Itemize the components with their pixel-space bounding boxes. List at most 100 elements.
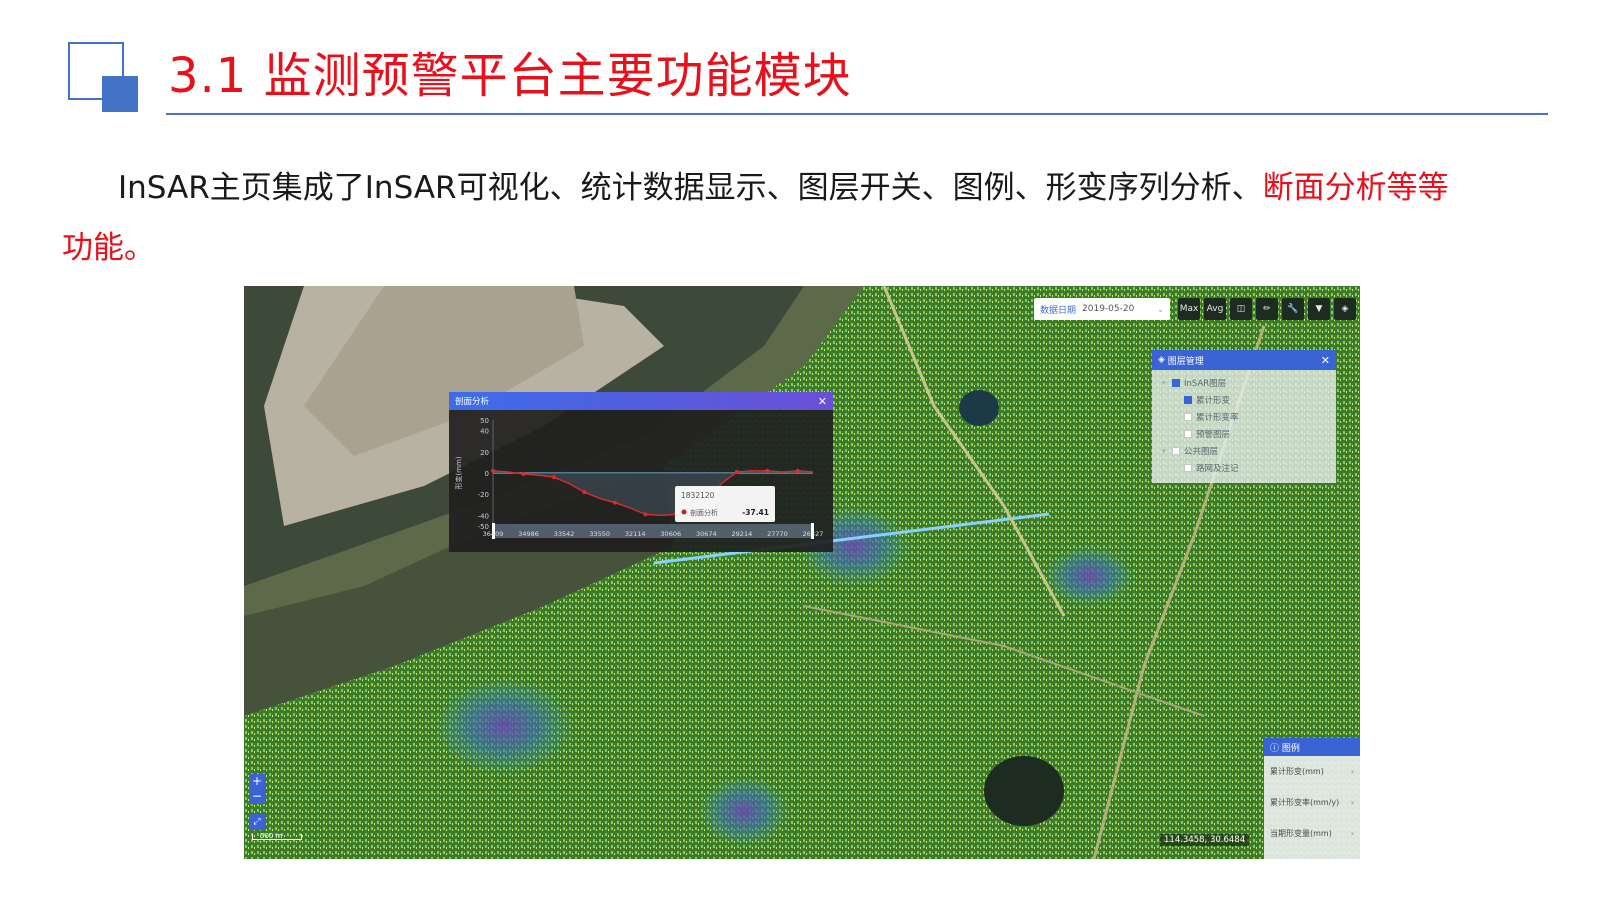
y-axis-label: 形变(mm) <box>454 456 463 489</box>
x-tick-label: 29214 <box>732 530 753 538</box>
legend-title: 图例 <box>1281 743 1300 754</box>
y-tick-label: -20 <box>478 491 489 499</box>
paragraph-text: InSAR主页集成了InSAR可视化、统计数据显示、图层开关、图例、形变序列分析… <box>118 170 1263 206</box>
legend-panel: ⓘ 图例 累计形变(mm) › 累计形变率(mm/y) › 当期形变量(mm) › <box>1264 738 1360 859</box>
max-button[interactable]: Max <box>1178 298 1200 320</box>
range-slider <box>493 524 813 538</box>
layer-label: InSAR图层 <box>1184 378 1227 389</box>
data-point <box>734 469 739 474</box>
profile-panel-title: 剖面分析 <box>455 397 490 407</box>
intro-paragraph: InSAR主页集成了InSAR可视化、统计数据显示、图层开关、图例、形变序列分析… <box>62 158 1462 278</box>
wrench-icon[interactable]: 🔧 <box>1282 298 1304 320</box>
x-tick-label: 33550 <box>589 530 610 538</box>
layer-item[interactable]: 预警图层 <box>1152 425 1336 442</box>
info-icon: ⓘ <box>1270 743 1282 754</box>
y-tick-label: 20 <box>480 449 489 457</box>
layer-checkbox[interactable] <box>1184 395 1192 404</box>
logo-filled-square <box>102 76 138 112</box>
slide-title: 3.1 监测预警平台主要功能模块 <box>168 48 852 104</box>
layer-panel-title: 图层管理 <box>1167 356 1204 367</box>
layer-tree: ▾ InSAR图层累计形变累计形变率预警图层 ▾ 公共图层路网及注记 <box>1152 370 1336 476</box>
layer-label: 公共图层 <box>1184 446 1219 457</box>
layer-item[interactable]: ▾ 公共图层 <box>1152 442 1336 459</box>
layer-item[interactable]: 累计形变率 <box>1152 408 1336 425</box>
legend-item-label: 当期形变量(mm) <box>1270 829 1332 838</box>
legend-item[interactable]: 当期形变量(mm) › <box>1264 818 1360 849</box>
zoom-out-button[interactable]: − <box>249 789 265 804</box>
tooltip-value: -37.41 <box>742 508 769 517</box>
map-toolbar: Max Avg ◫ ✏ 🔧 ▼ ◈ <box>1178 298 1356 320</box>
scale-label: 500 m <box>260 832 283 840</box>
x-tick-label: 27770 <box>767 530 788 538</box>
data-point <box>643 512 648 517</box>
layer-item[interactable]: 累计形变 <box>1152 391 1336 408</box>
x-tick-label: 26327 <box>803 530 824 538</box>
layer-label: 累计形变率 <box>1196 412 1239 423</box>
layer-item[interactable]: ▾ InSAR图层 <box>1152 374 1336 391</box>
expand-icon[interactable]: ▾ <box>1162 447 1172 455</box>
data-point <box>795 468 800 473</box>
close-icon[interactable]: ✕ <box>1321 354 1330 367</box>
close-icon[interactable]: ✕ <box>818 395 827 408</box>
avg-button[interactable]: Avg <box>1204 298 1226 320</box>
legend-header: ⓘ 图例 <box>1264 738 1360 756</box>
chevron-down-icon: ⌄ <box>1157 304 1164 314</box>
data-point <box>612 500 617 505</box>
ruler-icon[interactable]: ✏ <box>1256 298 1278 320</box>
tooltip-series: 剖面分析 <box>690 508 718 517</box>
layer-checkbox[interactable] <box>1184 463 1192 472</box>
data-point <box>582 490 587 495</box>
date-value: 2019-05-20 <box>1082 304 1135 314</box>
layer-label: 预警图层 <box>1196 429 1231 440</box>
tooltip-id: 1832120 <box>681 491 715 500</box>
title-divider <box>166 113 1548 115</box>
profile-chart[interactable]: 5040200-20-40-50形变(mm)36409 34986 33542 335… <box>449 410 833 552</box>
chevron-right-icon: › <box>1350 829 1354 838</box>
x-tick-label: 34986 <box>518 530 539 538</box>
layer-checkbox[interactable] <box>1172 446 1180 455</box>
date-label: 数据日期 <box>1040 305 1077 316</box>
fullscreen-icon[interactable]: ⤢ <box>249 814 265 830</box>
y-tick-label: -40 <box>478 512 489 520</box>
x-tick-label: 30606 <box>660 530 681 538</box>
expand-icon[interactable]: ▾ <box>1162 379 1172 387</box>
data-point <box>521 472 526 477</box>
y-tick-label: 40 <box>480 428 489 436</box>
layer-label: 累计形变 <box>1196 395 1231 406</box>
x-tick-label: 30674 <box>696 530 717 538</box>
layers-icon[interactable]: ◈ <box>1334 298 1356 320</box>
platform-screenshot: 数据日期 2019-05-20 ⌄ Max Avg ◫ ✏ 🔧 ▼ ◈ ◈ 图层… <box>244 286 1360 859</box>
x-tick-label: 32114 <box>625 530 646 538</box>
layer-checkbox[interactable] <box>1172 378 1180 387</box>
coordinate-readout: 114.3458, 30.6484 <box>1160 834 1250 846</box>
date-selector[interactable]: 数据日期 2019-05-20 ⌄ <box>1034 298 1170 320</box>
y-tick-label: 0 <box>485 470 489 478</box>
layer-label: 路网及注记 <box>1196 463 1239 474</box>
data-point <box>491 468 495 473</box>
layers-icon: ◈ <box>1158 355 1168 365</box>
layer-panel: ◈ 图层管理 ✕ ▾ InSAR图层累计形变累计形变率预警图层 ▾ 公共图层路网及注记 <box>1152 350 1336 483</box>
data-point <box>551 475 556 480</box>
legend-item-label: 累计形变率(mm/y) <box>1270 798 1340 807</box>
split-view-icon[interactable]: ◫ <box>1230 298 1252 320</box>
x-tick-label: 36409 <box>483 530 504 538</box>
layer-item[interactable]: 路网及注记 <box>1152 459 1336 476</box>
chevron-right-icon: › <box>1350 767 1354 776</box>
profile-analysis-panel: 剖面分析 ✕ 50 40 20 0 -20 -40 -50 形变(mm) 36409 34986 3… <box>449 392 833 552</box>
data-point <box>765 468 770 473</box>
y-tick-label: 50 <box>480 417 489 425</box>
zoom-control: + − <box>249 774 265 804</box>
legend-item[interactable]: 累计形变(mm) › <box>1264 756 1360 787</box>
paragraph-highlight: 断面分析 <box>1262 170 1387 206</box>
legend-item[interactable]: 累计形变率(mm/y) › <box>1264 787 1360 818</box>
tooltip-marker <box>681 509 687 515</box>
zoom-in-button[interactable]: + <box>249 774 265 789</box>
layer-checkbox[interactable] <box>1184 412 1192 421</box>
layer-checkbox[interactable] <box>1184 429 1192 438</box>
profile-panel-header: 剖面分析 ✕ <box>449 392 833 410</box>
x-tick-label: 33542 <box>554 530 575 538</box>
filter-icon[interactable]: ▼ <box>1308 298 1330 320</box>
layer-panel-header: ◈ 图层管理 ✕ <box>1152 350 1336 370</box>
legend-item-label: 累计形变(mm) <box>1270 767 1324 776</box>
chevron-right-icon: › <box>1350 798 1354 807</box>
